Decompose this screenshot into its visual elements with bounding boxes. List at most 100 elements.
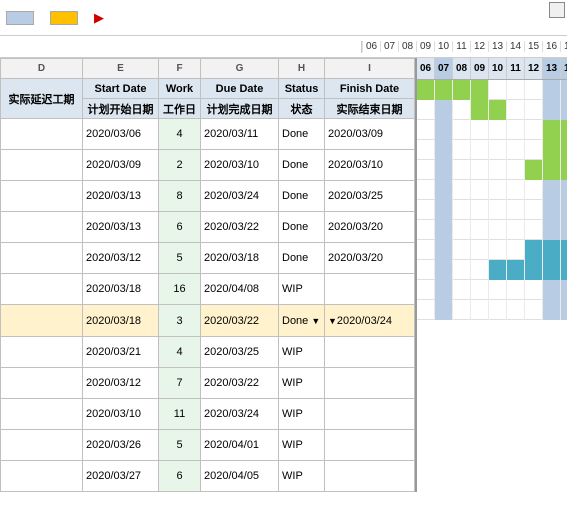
cell-due-0: 2020/03/11 [201,119,279,150]
cell-status-5: WIP [279,274,325,305]
gantt-cell-2-1 [435,120,453,140]
gantt-cell-6-0 [417,200,435,220]
cell-work-4: 5 [159,243,201,274]
gantt-cell-11-1 [435,300,453,320]
gantt-cell-8-3 [471,240,489,260]
gantt-cell-1-3 [471,100,489,120]
gantt-row-10 [417,280,567,300]
table-row: 2020/03/1362020/03/22Done2020/03/20 [1,212,415,243]
cell-delay-0 [1,119,83,150]
date-header-row: 0607080910111213141516171819202122232425 [0,36,567,58]
cell-delay-7 [1,336,83,367]
table-row: 2020/03/0642020/03/11Done2020/03/09 [1,119,415,150]
cell-status-11: WIP [279,460,325,491]
gantt-row-9 [417,260,567,280]
table-row: 2020/03/2762020/04/05WIP [1,460,415,491]
th-due-date-cn: 计划完成日期 [201,99,279,119]
gantt-cell-2-3 [471,120,489,140]
cell-work-5: 16 [159,274,201,305]
gantt-cell-0-4 [489,80,507,100]
date-day-17: 17 [560,41,567,52]
gantt-cell-3-0 [417,140,435,160]
table-row: 2020/03/2652020/04/01WIP [1,429,415,460]
gantt-cell-1-1 [435,100,453,120]
gantt-date-header: 0607080910111213141516171819202122232425 [362,41,567,52]
gantt-cell-7-3 [471,220,489,240]
gantt-cell-0-7 [543,80,561,100]
gantt-cell-0-8 [561,80,567,100]
gantt-header-day-08: 08 [453,58,471,79]
cell-due-3: 2020/03/22 [201,212,279,243]
gantt-cell-1-6 [525,100,543,120]
th-work: Work [159,79,201,99]
gantt-cell-0-3 [471,80,489,100]
cell-finish-7 [325,336,415,367]
cell-delay-1 [1,150,83,181]
gantt-cell-3-7 [543,140,561,160]
gantt-area: 0607080910111213141516171819202122232425 [415,58,567,492]
dropdown-prefix: ▼ [328,316,337,326]
legend-today [50,11,82,25]
cell-status-2: Done [279,181,325,212]
add-button[interactable] [549,2,565,18]
th-status-cn: 状态 [279,99,325,119]
gantt-cell-1-5 [507,100,525,120]
gantt-cell-10-6 [525,280,543,300]
cell-due-9: 2020/03/24 [201,398,279,429]
gantt-cell-3-4 [489,140,507,160]
gantt-cell-3-1 [435,140,453,160]
cell-due-2: 2020/03/24 [201,181,279,212]
gantt-cell-9-4 [489,260,507,280]
gantt-cell-6-4 [489,200,507,220]
gantt-header-day-06: 06 [417,58,435,79]
legend-done: ▶ [94,10,107,26]
gantt-cell-1-0 [417,100,435,120]
cell-start-8: 2020/03/12 [83,367,159,398]
cell-finish-1: 2020/03/10 [325,150,415,181]
cell-status-7: WIP [279,336,325,367]
gantt-cell-0-5 [507,80,525,100]
cell-finish-10 [325,429,415,460]
gantt-cell-5-3 [471,180,489,200]
th-finish-date: Finish Date [325,79,415,99]
gantt-cell-5-4 [489,180,507,200]
gantt-cell-8-5 [507,240,525,260]
gantt-cell-5-0 [417,180,435,200]
gantt-cell-9-3 [471,260,489,280]
cell-start-11: 2020/03/27 [83,460,159,491]
gantt-cell-10-1 [435,280,453,300]
gantt-header-day-09: 09 [471,58,489,79]
th-status: Status [279,79,325,99]
cell-due-6: 2020/03/22 [201,305,279,336]
gantt-cell-4-3 [471,160,489,180]
table-row: 2020/03/1832020/03/22Done ▼▼2020/03/24 [1,305,415,336]
gantt-cell-2-8 [561,120,567,140]
gantt-cell-2-6 [525,120,543,140]
gantt-cell-11-6 [525,300,543,320]
cell-due-10: 2020/04/01 [201,429,279,460]
gantt-cell-11-3 [471,300,489,320]
cell-start-9: 2020/03/10 [83,398,159,429]
cell-finish-4: 2020/03/20 [325,243,415,274]
gantt-row-1 [417,100,567,120]
cell-finish-11 [325,460,415,491]
cell-finish-6: ▼2020/03/24 [325,305,415,336]
date-day-15: 15 [524,41,542,52]
cell-status-10: WIP [279,429,325,460]
gantt-cell-11-4 [489,300,507,320]
legend-weekend [6,11,38,25]
dropdown-arrow[interactable]: ▼ [311,316,320,326]
cell-status-9: WIP [279,398,325,429]
cell-delay-11 [1,460,83,491]
gantt-cell-0-2 [453,80,471,100]
cell-due-8: 2020/03/22 [201,367,279,398]
cell-delay-6 [1,305,83,336]
gantt-cell-10-4 [489,280,507,300]
gantt-cell-2-4 [489,120,507,140]
cell-finish-9 [325,398,415,429]
cell-delay-9 [1,398,83,429]
gantt-cell-5-8 [561,180,567,200]
cell-finish-8 [325,367,415,398]
gantt-cell-10-8 [561,280,567,300]
gantt-cell-11-2 [453,300,471,320]
